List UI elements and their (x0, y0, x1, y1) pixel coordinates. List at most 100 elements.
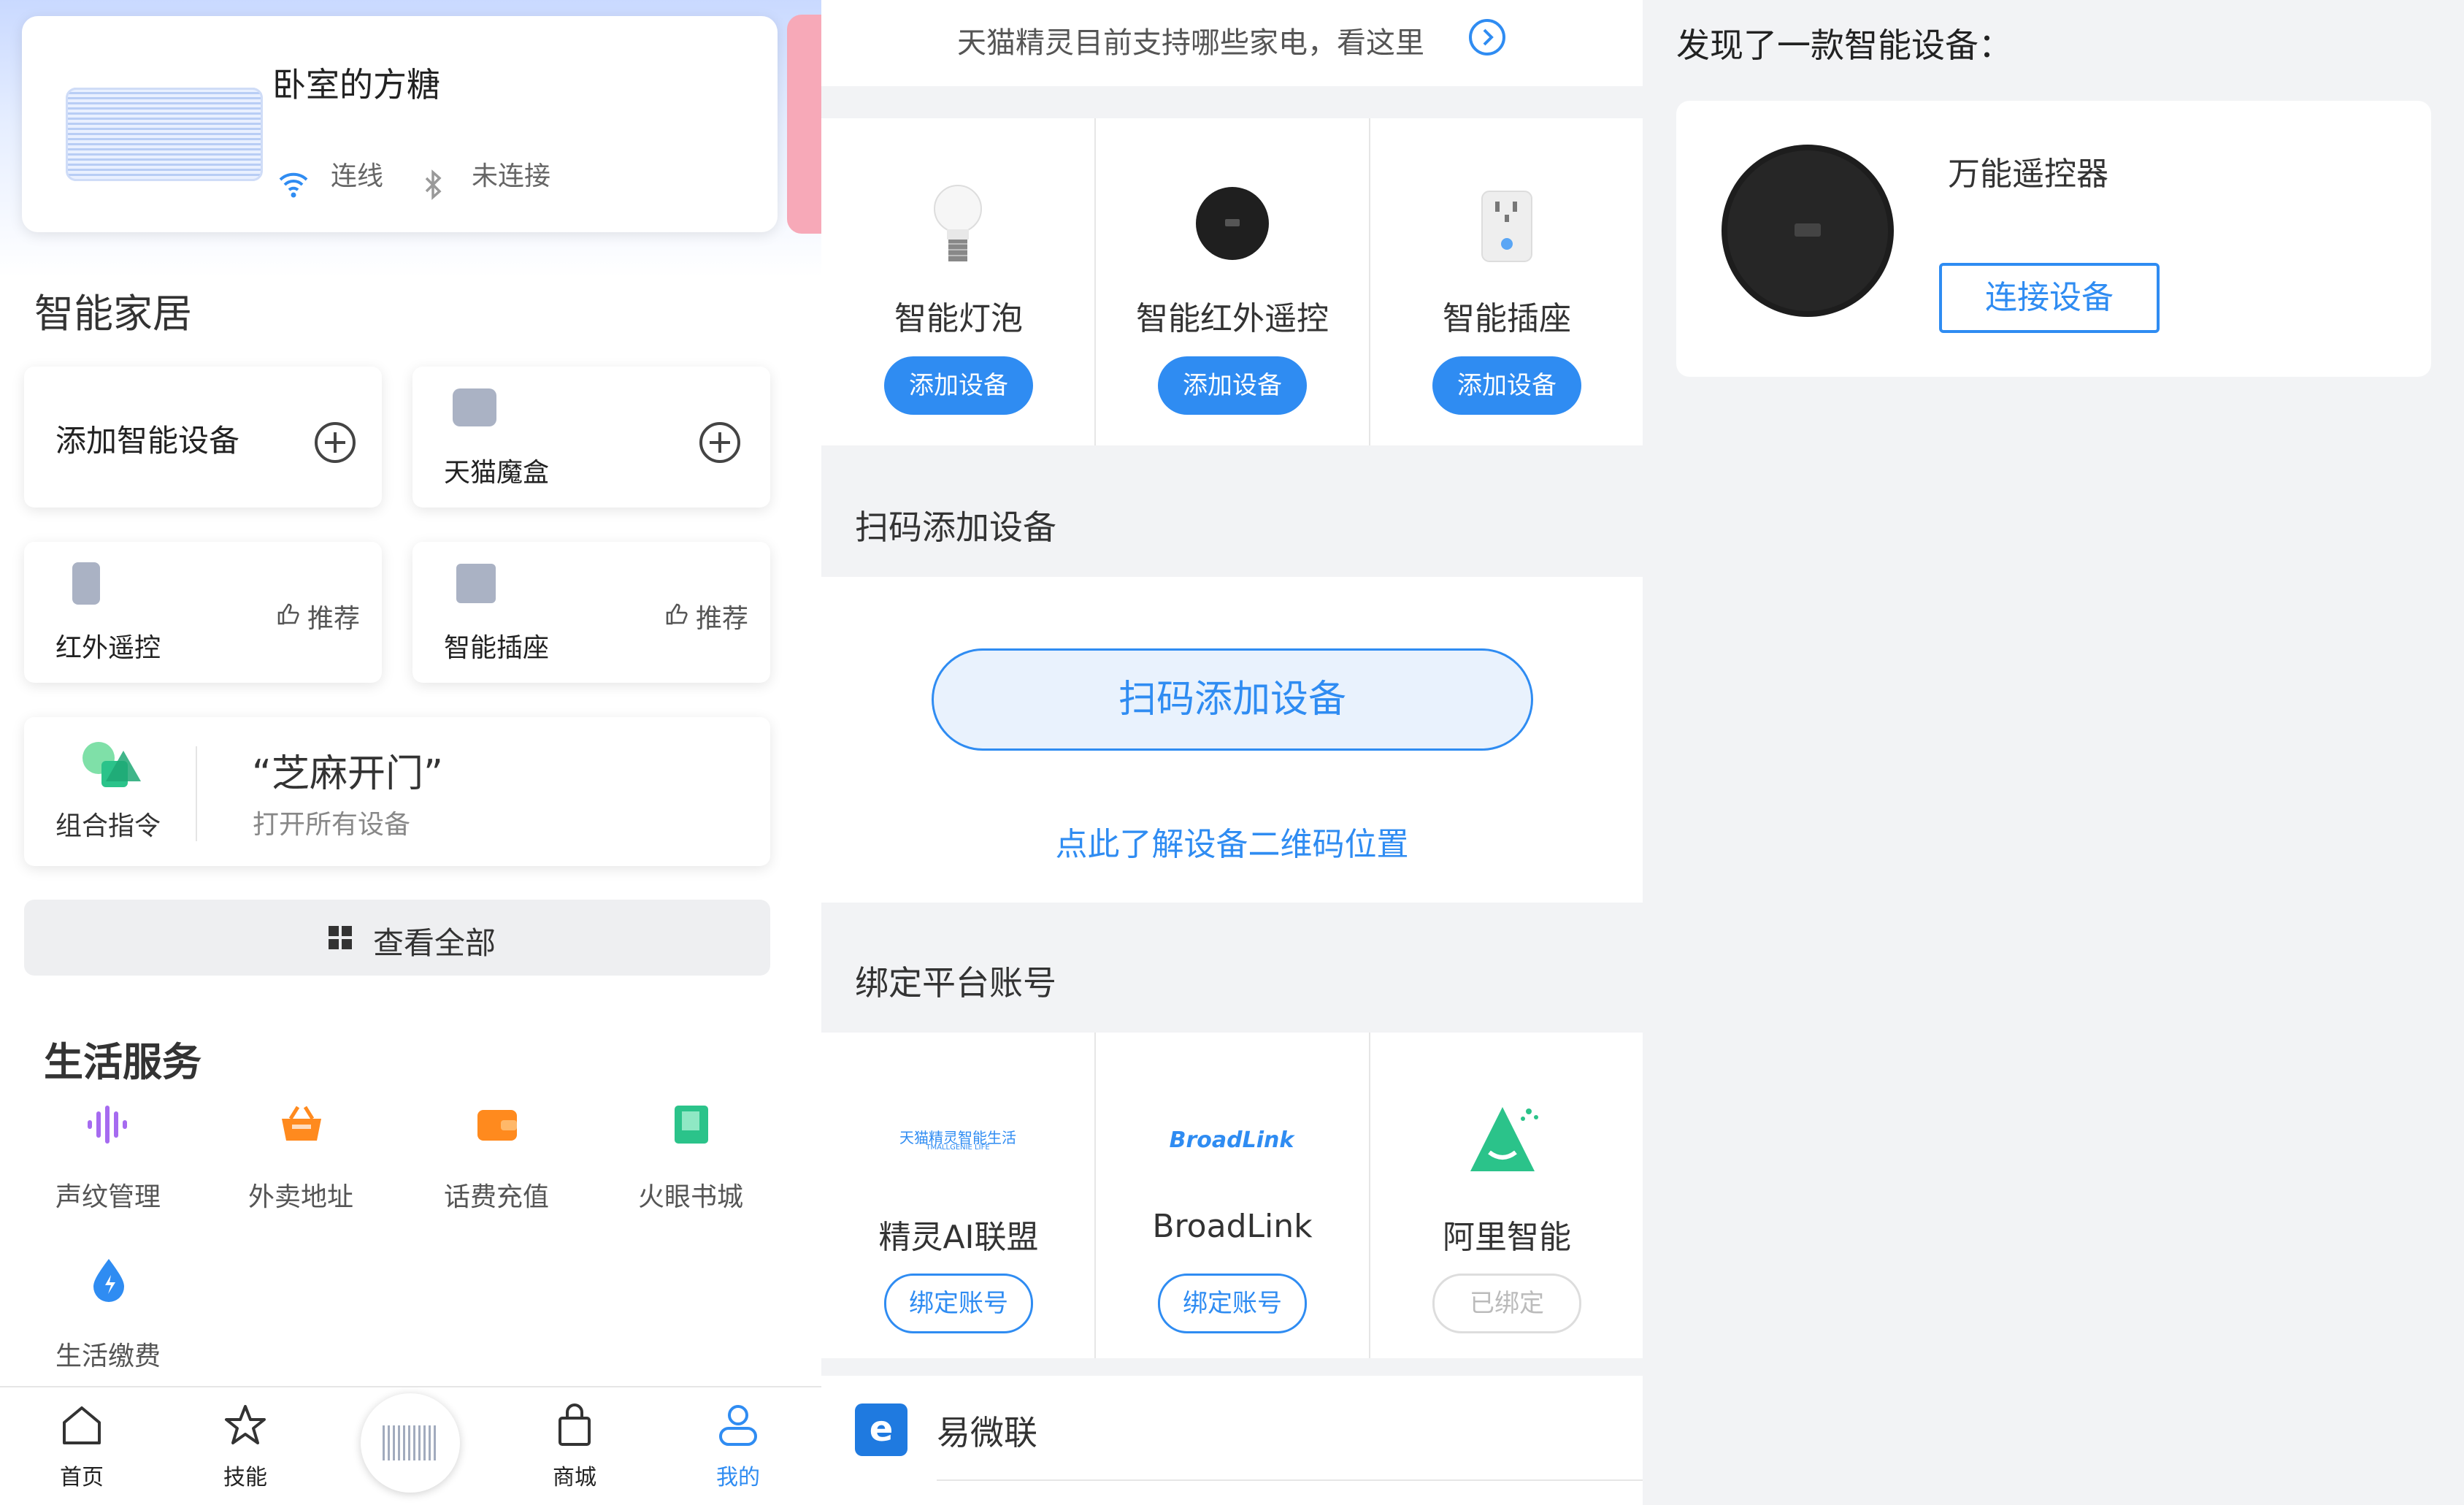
platform-label: BroadLink (1152, 1208, 1313, 1245)
voiceprint-item[interactable]: 声纹管理 (28, 1103, 188, 1227)
service-label: 生活缴费 (55, 1341, 161, 1371)
view-all-label: 查看全部 (373, 925, 496, 961)
platform-ai-alliance[interactable]: 天猫精灵智能生活 TMALLGENIE LIFE 精灵AI联盟 绑定账号 (821, 1033, 1094, 1358)
device-type-grid: 智能灯泡 添加设备 智能红外遥控 添加设备 智能插座 添加设备 (821, 118, 1643, 445)
platform-ali-smart[interactable]: 阿里智能 已绑定 (1370, 1033, 1643, 1358)
add-icon[interactable] (699, 422, 740, 463)
smart-socket-tile[interactable]: 智能插座 推荐 (412, 542, 770, 683)
life-services-title: 生活服务 (44, 1039, 202, 1085)
divider (937, 1479, 1643, 1481)
tab-home[interactable]: 首页 (31, 1402, 133, 1497)
device-label: 智能插座 (1443, 300, 1571, 337)
add-smart-device-tile[interactable]: 添加智能设备 (24, 367, 382, 508)
broadlink-logo: BroadLink (1169, 1127, 1294, 1153)
tmall-box-tile[interactable]: 天猫魔盒 (412, 367, 770, 508)
basket-icon (282, 1106, 321, 1141)
platform-broadlink[interactable]: BroadLink BroadLink 绑定账号 (1095, 1033, 1368, 1358)
phone-recharge-item[interactable]: 话费充值 (416, 1103, 577, 1227)
bookstore-item[interactable]: 火眼书城 (610, 1103, 771, 1227)
home-icon (63, 1406, 101, 1444)
bluetooth-icon (425, 169, 442, 200)
tab-label: 我的 (716, 1465, 760, 1490)
bound-status-button: 已绑定 (1432, 1274, 1581, 1333)
view-all-button[interactable]: 查看全部 (24, 900, 770, 976)
ewelink-icon: e (855, 1403, 907, 1456)
speaker-image (66, 88, 263, 181)
remote-icon (72, 562, 100, 605)
wallet-icon (477, 1110, 517, 1141)
service-label: 火眼书城 (637, 1182, 743, 1212)
tile-label: 天猫魔盒 (444, 458, 550, 488)
device-found-panel: 发现了一款智能设备： 万能遥控器 连接设备 (1643, 0, 2464, 1505)
delivery-address-item[interactable]: 外卖地址 (220, 1103, 381, 1227)
ewelink-item[interactable]: e 易微联 (821, 1376, 1643, 1505)
scan-qr-button[interactable]: 扫码添加设备 (932, 648, 1533, 751)
tile-label: 添加智能设备 (55, 423, 240, 459)
tile-label: 智能插座 (444, 633, 550, 663)
water-drop-icon (93, 1259, 124, 1302)
bluetooth-status: 未连接 (472, 161, 551, 191)
ir-remote-tile[interactable]: 红外遥控 推荐 (24, 542, 382, 683)
tmall-box-icon (453, 388, 496, 426)
plug-icon (1481, 191, 1532, 262)
service-label: 声纹管理 (55, 1182, 161, 1212)
found-device-name: 万能遥控器 (1948, 156, 2108, 193)
connect-device-button[interactable]: 连接设备 (1939, 263, 2160, 333)
combo-command-card[interactable]: 组合指令 “芝麻开门” 打开所有设备 (24, 717, 770, 866)
utility-payment-item[interactable]: 生活缴费 (28, 1256, 188, 1380)
tab-mall[interactable]: 商城 (523, 1402, 626, 1497)
tmall-genie-life-logo-sub: TMALLGENIE LIFE (926, 1144, 990, 1152)
banner-text: 天猫精灵目前支持哪些家电，看这里 (957, 26, 1424, 60)
combo-label: 组合指令 (55, 811, 161, 841)
add-device-button[interactable]: 添加设备 (1432, 356, 1581, 415)
scan-section-title: 扫码添加设备 (855, 508, 1056, 547)
scan-section: 扫码添加设备 点此了解设备二维码位置 (821, 577, 1643, 903)
bind-account-button[interactable]: 绑定账号 (884, 1274, 1033, 1333)
star-icon (225, 1405, 266, 1444)
combo-command-icon (82, 742, 141, 787)
tab-me[interactable]: 我的 (687, 1402, 789, 1497)
smart-ir-remote-item[interactable]: 智能红外遥控 添加设备 (1095, 118, 1368, 445)
tab-skills[interactable]: 技能 (194, 1402, 296, 1497)
ali-smart-logo-icon (1470, 1107, 1538, 1171)
support-banner[interactable]: 天猫精灵目前支持哪些家电，看这里 (821, 0, 1643, 86)
book-icon (675, 1106, 708, 1144)
thumbs-up-icon (666, 603, 688, 625)
bind-account-button[interactable]: 绑定账号 (1158, 1274, 1307, 1333)
qr-help-link[interactable]: 点此了解设备二维码位置 (821, 818, 1643, 865)
speaker-mini-icon (383, 1425, 438, 1460)
smart-bulb-item[interactable]: 智能灯泡 添加设备 (821, 118, 1094, 445)
device-card[interactable]: 卧室的方糖 连线 未连接 (22, 16, 778, 232)
wifi-icon (279, 172, 308, 198)
voice-assistant-button[interactable] (361, 1393, 460, 1493)
add-device-button[interactable]: 添加设备 (884, 356, 1033, 415)
smart-home-title: 智能家居 (34, 291, 192, 337)
my-page-panel: 卧室的方糖 连线 未连接 智能家居 添加智能设备 天猫魔盒 红外遥控 推荐 智能… (0, 0, 821, 1505)
ir-hub-icon (1196, 187, 1269, 260)
bind-section-title: 绑定平台账号 (855, 963, 1056, 1003)
device-name: 卧室的方糖 (272, 65, 440, 104)
add-icon[interactable] (315, 422, 356, 463)
found-heading: 发现了一款智能设备： (1676, 26, 2012, 65)
light-bulb-icon (934, 185, 982, 261)
thumbs-up-icon (277, 603, 299, 625)
next-card-peek[interactable] (787, 15, 821, 234)
add-device-button[interactable]: 添加设备 (1158, 356, 1307, 415)
device-label: 智能灯泡 (894, 300, 1023, 337)
tab-bar: 首页 技能 商城 我的 (0, 1386, 821, 1505)
tab-label: 商城 (553, 1465, 596, 1490)
wifi-status: 连线 (331, 161, 384, 191)
platform-label: 精灵AI联盟 (878, 1219, 1039, 1256)
grid-icon (329, 926, 352, 949)
voiceprint-icon (88, 1106, 127, 1144)
service-label: 外卖地址 (247, 1182, 353, 1212)
chevron-right-icon[interactable] (1467, 18, 1507, 57)
found-device-card[interactable]: 万能遥控器 连接设备 (1676, 101, 2431, 377)
tile-label: 红外遥控 (55, 633, 161, 663)
tab-label: 首页 (60, 1465, 104, 1490)
recommend-badge: 推荐 (307, 604, 361, 634)
universal-remote-image (1722, 145, 1894, 317)
device-label: 智能红外遥控 (1136, 300, 1329, 337)
smart-socket-item[interactable]: 智能插座 添加设备 (1370, 118, 1643, 445)
service-label: 话费充值 (443, 1182, 549, 1212)
